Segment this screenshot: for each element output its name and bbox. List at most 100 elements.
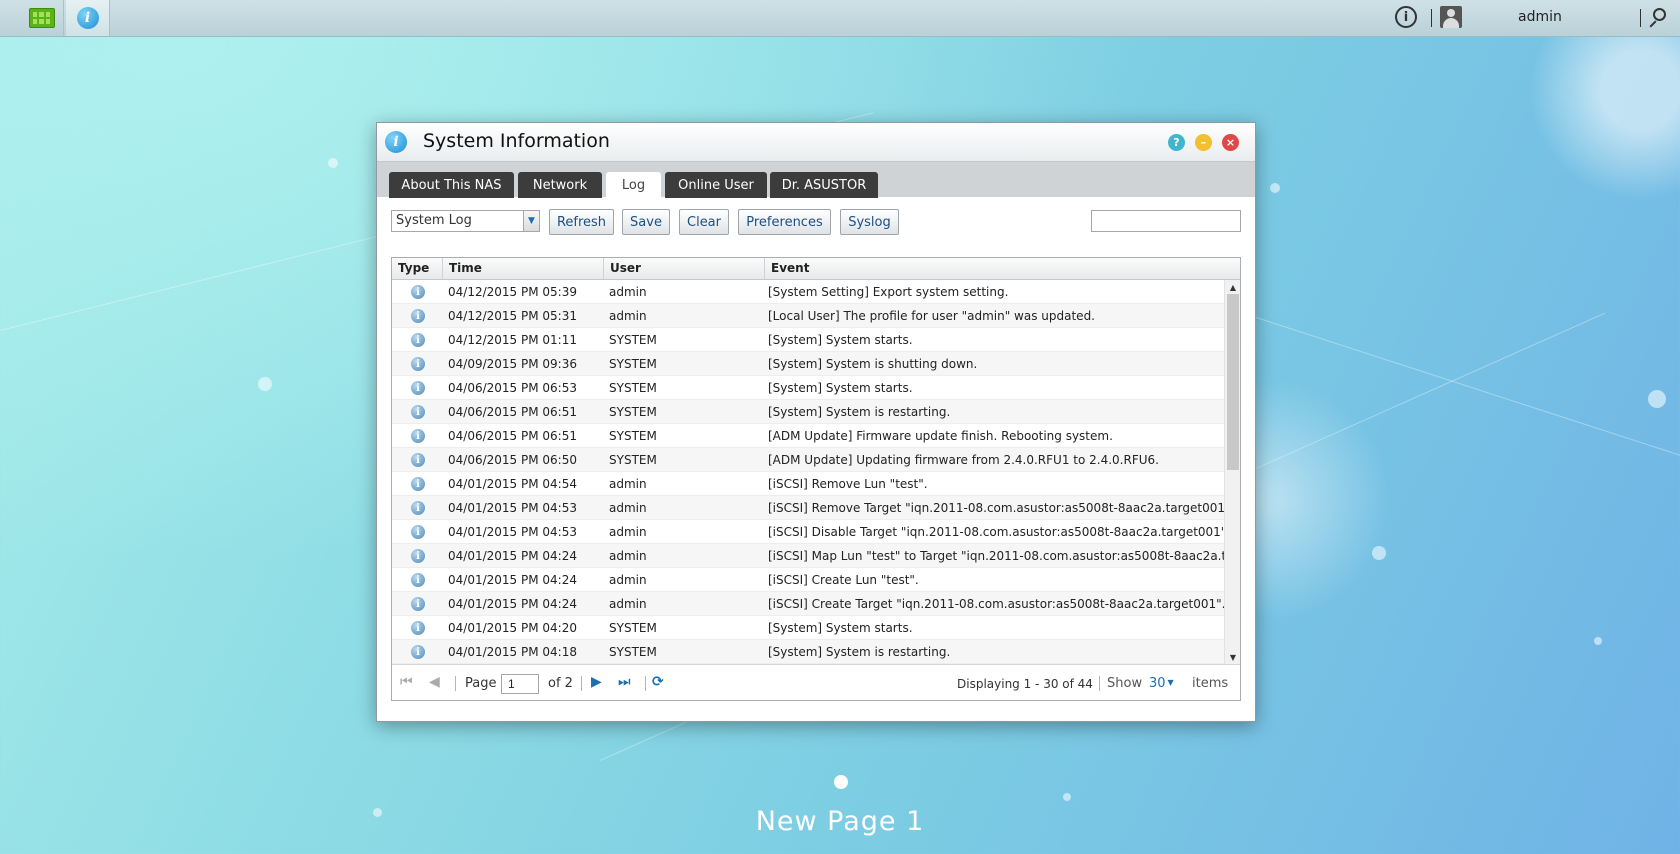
column-header-event[interactable]: Event (765, 258, 1240, 279)
table-row[interactable]: i 04/12/2015 PM 05:39 admin [System Setting… (392, 280, 1225, 304)
first-page-icon[interactable]: ⏮ (400, 674, 413, 690)
chevron-down-icon[interactable]: ▼ (523, 211, 539, 231)
log-type-select[interactable]: System Log ▼ (391, 210, 540, 232)
help-icon[interactable]: ? (1168, 134, 1185, 151)
table-row[interactable]: i 04/01/2015 PM 04:24 admin [iSCSI] Create … (392, 568, 1225, 592)
time-cell: 04/01/2015 PM 04:54 (448, 477, 577, 491)
column-header-user[interactable]: User (604, 258, 765, 279)
background-dot (1270, 183, 1280, 193)
next-page-icon[interactable]: ▶ (591, 674, 602, 690)
syslog-button[interactable]: Syslog (840, 209, 899, 235)
page-number-input[interactable] (501, 674, 539, 694)
show-label: Show (1107, 676, 1143, 691)
page-count-label: of 2 (548, 676, 573, 691)
table-row[interactable]: i 04/09/2015 PM 09:36 SYSTEM [System] Syste… (392, 352, 1225, 376)
system-information-window: i System Information ? – × About This NA… (376, 122, 1256, 722)
table-row[interactable]: i 04/06/2015 PM 06:50 SYSTEM [ADM Update] U… (392, 448, 1225, 472)
event-cell: [System] System starts. (768, 381, 913, 395)
time-cell: 04/09/2015 PM 09:36 (448, 357, 577, 371)
previous-page-icon[interactable]: ◀ (429, 674, 440, 690)
info-icon: i (411, 333, 425, 347)
table-row[interactable]: i 04/01/2015 PM 04:20 SYSTEM [System] Syste… (392, 616, 1225, 640)
event-cell: [iSCSI] Remove Target "iqn.2011-08.com.a… (768, 501, 1225, 515)
user-cell: SYSTEM (609, 453, 657, 467)
window-title: System Information (423, 130, 610, 152)
desktop-page-name[interactable]: New Page 1 (0, 806, 1680, 837)
user-cell: SYSTEM (609, 405, 657, 419)
grid-scrollbar[interactable]: ▲ ▼ (1224, 280, 1240, 664)
table-row[interactable]: i 04/06/2015 PM 06:51 SYSTEM [ADM Update] F… (392, 424, 1225, 448)
grid-header: Type Time User Event (392, 258, 1240, 280)
info-icon: i (411, 549, 425, 563)
table-row[interactable]: i 04/06/2015 PM 06:53 SYSTEM [System] Syste… (392, 376, 1225, 400)
table-row[interactable]: i 04/01/2015 PM 04:54 admin [iSCSI] Remove … (392, 472, 1225, 496)
event-cell: [System] System is restarting. (768, 405, 951, 419)
clear-button[interactable]: Clear (679, 209, 729, 235)
column-header-time[interactable]: Time (443, 258, 604, 279)
tab-online-user[interactable]: Online User (665, 172, 767, 198)
user-cell: SYSTEM (609, 381, 657, 395)
pager-separator (581, 676, 582, 691)
taskbar-system-information-button[interactable]: i (66, 0, 110, 36)
close-icon[interactable]: × (1222, 134, 1239, 151)
user-cell: SYSTEM (609, 333, 657, 347)
scroll-down-icon[interactable]: ▼ (1225, 651, 1241, 663)
tab-log[interactable]: Log (606, 172, 661, 198)
last-page-icon[interactable]: ⏭ (618, 674, 631, 690)
background-dot (1063, 793, 1071, 801)
window-info-icon: i (385, 131, 407, 153)
search-icon[interactable] (1648, 7, 1668, 29)
minimize-icon[interactable]: – (1195, 134, 1212, 151)
info-icon: i (411, 405, 425, 419)
info-icon: i (411, 573, 425, 587)
event-cell: [Local User] The profile for user "admin… (768, 309, 1095, 323)
table-row[interactable]: i 04/01/2015 PM 04:24 admin [iSCSI] Create … (392, 592, 1225, 616)
scrollbar-thumb[interactable] (1227, 294, 1239, 470)
page-indicator-dot[interactable] (834, 775, 848, 789)
preferences-button[interactable]: Preferences (738, 209, 831, 235)
background-dot (1648, 390, 1666, 408)
time-cell: 04/06/2015 PM 06:51 (448, 405, 577, 419)
time-cell: 04/06/2015 PM 06:50 (448, 453, 577, 467)
taskbar-username[interactable]: admin (1518, 9, 1562, 25)
time-cell: 04/01/2015 PM 04:18 (448, 645, 577, 659)
event-cell: [System] System starts. (768, 621, 913, 635)
column-header-type[interactable]: Type (392, 258, 443, 279)
info-icon: i (411, 285, 425, 299)
items-label: items (1192, 676, 1229, 691)
table-row[interactable]: i 04/01/2015 PM 04:53 admin [iSCSI] Remove … (392, 496, 1225, 520)
user-cell: admin (609, 549, 647, 563)
info-icon: i (411, 597, 425, 611)
taskbar-separator (1640, 9, 1641, 27)
time-cell: 04/12/2015 PM 01:11 (448, 333, 577, 347)
refresh-button[interactable]: Refresh (549, 209, 614, 235)
app-launcher-button[interactable] (20, 0, 64, 36)
log-search-input[interactable] (1091, 210, 1241, 232)
table-row[interactable]: i 04/06/2015 PM 06:51 SYSTEM [System] Syste… (392, 400, 1225, 424)
table-row[interactable]: i 04/12/2015 PM 05:31 admin [Local User] Th… (392, 304, 1225, 328)
user-cell: admin (609, 573, 647, 587)
user-cell: admin (609, 597, 647, 611)
page-size-select[interactable]: 30 ▼ (1149, 676, 1174, 691)
user-avatar-icon[interactable] (1440, 6, 1462, 28)
table-row[interactable]: i 04/01/2015 PM 04:18 SYSTEM [System] Syste… (392, 640, 1225, 664)
scroll-up-icon[interactable]: ▲ (1225, 281, 1241, 293)
reload-icon[interactable]: ⟳ (652, 674, 664, 690)
tab-about-this-nas[interactable]: About This NAS (389, 172, 514, 198)
about-info-icon[interactable]: i (1395, 6, 1417, 28)
event-cell: [ADM Update] Firmware update finish. Reb… (768, 429, 1113, 443)
user-cell: SYSTEM (609, 429, 657, 443)
window-titlebar[interactable]: i System Information ? – × (377, 123, 1255, 161)
page-size-value: 30 (1149, 676, 1166, 691)
user-cell: SYSTEM (609, 357, 657, 371)
save-button[interactable]: Save (622, 209, 670, 235)
info-icon: i (76, 7, 99, 29)
info-icon: i (411, 429, 425, 443)
info-icon: i (411, 621, 425, 635)
time-cell: 04/06/2015 PM 06:51 (448, 429, 577, 443)
table-row[interactable]: i 04/12/2015 PM 01:11 SYSTEM [System] Syste… (392, 328, 1225, 352)
table-row[interactable]: i 04/01/2015 PM 04:53 admin [iSCSI] Disable… (392, 520, 1225, 544)
table-row[interactable]: i 04/01/2015 PM 04:24 admin [iSCSI] Map Lun… (392, 544, 1225, 568)
tab-dr-asustor[interactable]: Dr. ASUSTOR (770, 172, 878, 198)
tab-network[interactable]: Network (518, 172, 602, 198)
